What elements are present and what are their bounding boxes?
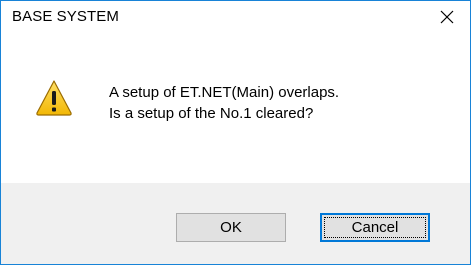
title-bar[interactable]: BASE SYSTEM — [1, 1, 470, 33]
close-button[interactable] — [424, 1, 470, 33]
message-line-1: A setup of ET.NET(Main) overlaps. — [109, 84, 340, 101]
cancel-button-label: Cancel — [351, 219, 399, 236]
message-dialog: BASE SYSTEM A setup of ET.NET(Main) over… — [0, 0, 471, 265]
cancel-button[interactable]: Cancel — [320, 213, 430, 242]
ok-button[interactable]: OK — [176, 213, 286, 242]
message-line-2: Is a setup of the No.1 cleared? — [109, 105, 314, 122]
window-title: BASE SYSTEM — [12, 8, 119, 25]
close-icon — [439, 9, 455, 25]
warning-icon — [34, 78, 74, 118]
message-text: A setup of ET.NET(Main) overlaps. Is a s… — [109, 82, 339, 124]
ok-button-label: OK — [220, 219, 242, 236]
